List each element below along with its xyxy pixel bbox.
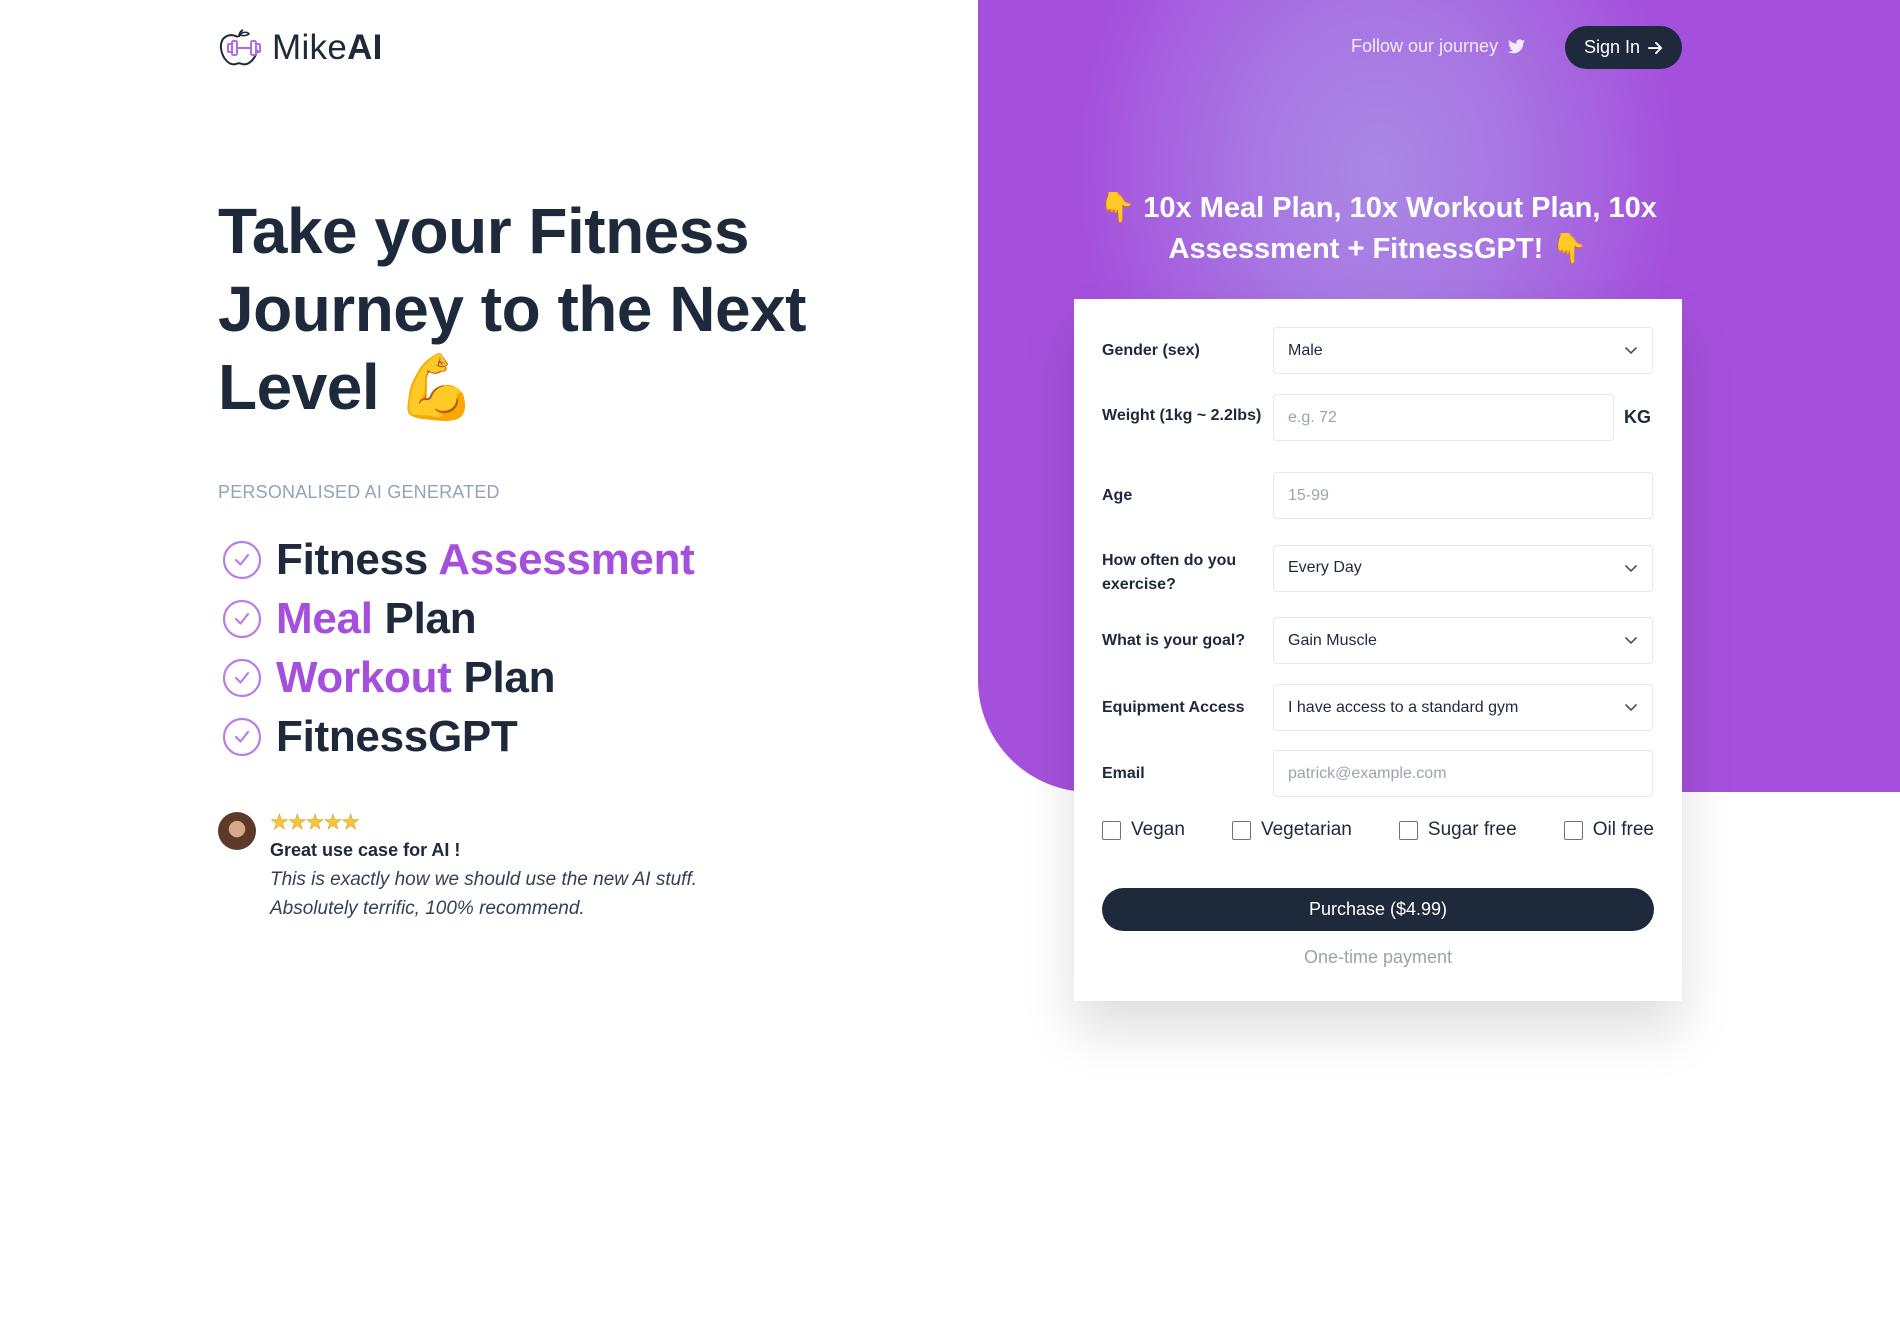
- flexed-biceps-icon: 💪: [396, 351, 476, 423]
- diet-option-vegetarian[interactable]: Vegetarian: [1231, 819, 1352, 841]
- star-rating: ★★★★★: [270, 811, 361, 834]
- diet-option-sugar-free[interactable]: Sugar free: [1398, 819, 1517, 841]
- chevron-down-icon: [1624, 703, 1638, 712]
- feature-label: Meal Plan: [276, 593, 477, 644]
- order-form-card: Gender (sex) Male Weight (1kg ~ 2.2lbs) …: [1074, 299, 1682, 1001]
- weight-input[interactable]: [1273, 394, 1614, 441]
- check-circle-icon: [222, 599, 262, 638]
- check-circle-icon: [222, 540, 262, 579]
- weight-unit-label: KG: [1624, 407, 1651, 427]
- weight-label: Weight (1kg ~ 2.2lbs): [1102, 407, 1262, 424]
- vegetarian-checkbox[interactable]: [1231, 820, 1251, 840]
- goal-label: What is your goal?: [1102, 631, 1246, 649]
- exercise-frequency-value: Every Day: [1288, 559, 1362, 576]
- promo-line: Assessment + FitnessGPT!: [1168, 233, 1544, 265]
- diet-label: Vegetarian: [1260, 819, 1352, 840]
- purchase-button[interactable]: Purchase ($4.99): [1102, 888, 1654, 931]
- feature-label-part: FitnessGPT: [276, 711, 518, 761]
- gender-select-value: Male: [1288, 341, 1323, 359]
- logo-text-prefix: Mike: [272, 28, 348, 67]
- feature-item: FitnessGPT: [222, 707, 695, 766]
- feature-item: Meal Plan: [222, 589, 695, 648]
- equipment-select-value: I have access to a standard gym: [1288, 698, 1519, 716]
- email-row: Email: [1102, 750, 1654, 797]
- age-input[interactable]: [1273, 472, 1653, 519]
- gender-row: Gender (sex) Male: [1102, 327, 1654, 374]
- pointing-down-icon: 👇: [1551, 233, 1588, 265]
- vegan-checkbox[interactable]: [1102, 820, 1121, 840]
- feature-label-part: Plan: [451, 652, 556, 702]
- diet-option-vegan[interactable]: Vegan: [1102, 819, 1185, 841]
- feature-label: Fitness Assessment: [276, 535, 695, 585]
- chevron-down-icon: [1624, 636, 1638, 645]
- gender-label: Gender (sex): [1102, 341, 1200, 359]
- feature-item: Workout Plan: [222, 648, 695, 707]
- pointing-down-icon: 👇: [1099, 192, 1136, 224]
- testimonial-body: This is exactly how we should use the ne…: [270, 865, 730, 923]
- arrow-right-icon: [1648, 41, 1663, 54]
- diet-label: Oil free: [1592, 819, 1654, 840]
- testimonial: ★★★★★ Great use case for AI ! This is ex…: [218, 811, 730, 923]
- equipment-select[interactable]: I have access to a standard gym: [1273, 684, 1653, 731]
- oil-free-checkbox[interactable]: [1563, 820, 1583, 840]
- page-headline: Take your Fitness Journey to the Next Le…: [218, 192, 858, 426]
- feature-label-accent: Workout: [276, 652, 452, 702]
- equipment-label: Equipment Access: [1102, 698, 1245, 716]
- feature-label-part: Fitness: [276, 534, 439, 584]
- goal-select-value: Gain Muscle: [1288, 631, 1377, 649]
- weight-row: Weight (1kg ~ 2.2lbs) KG: [1102, 394, 1654, 441]
- chevron-down-icon: [1624, 564, 1638, 572]
- goal-row: What is your goal? Gain Muscle: [1102, 617, 1654, 664]
- feature-list: Fitness Assessment Meal Plan Workout Pla…: [222, 530, 695, 766]
- email-input[interactable]: [1273, 750, 1653, 797]
- diet-option-oil-free[interactable]: Oil free: [1563, 819, 1654, 841]
- payment-note: One-time payment: [1303, 947, 1453, 967]
- age-row: Age: [1102, 472, 1654, 519]
- testimonial-body-line: Absolutely terrific, 100% recommend.: [270, 898, 585, 919]
- goal-select[interactable]: Gain Muscle: [1273, 617, 1653, 664]
- headline-text: Take your Fitness Journey to the Next Le…: [218, 195, 806, 423]
- sugar-free-checkbox[interactable]: [1398, 820, 1418, 840]
- diet-preferences: Vegan Vegetarian Sugar free Oil free: [1102, 819, 1654, 841]
- apple-dumbbell-icon: [219, 29, 261, 66]
- diet-label: Sugar free: [1427, 819, 1517, 840]
- equipment-row: Equipment Access I have access to a stan…: [1102, 684, 1654, 731]
- check-circle-icon: [222, 717, 262, 756]
- feature-label-accent: Meal: [276, 593, 373, 643]
- feature-label-part: Plan: [372, 593, 477, 643]
- promo-line: 10x Meal Plan, 10x Workout Plan, 10x: [1143, 192, 1657, 224]
- reviewer-avatar: [218, 812, 256, 850]
- gender-select[interactable]: Male: [1273, 327, 1653, 374]
- frequency-row: How often do you exercise? Every Day: [1102, 539, 1654, 597]
- follow-journey-link[interactable]: Follow our journey: [1351, 36, 1526, 57]
- testimonial-content: ★★★★★ Great use case for AI ! This is ex…: [270, 811, 730, 923]
- diet-label: Vegan: [1131, 819, 1185, 840]
- feature-label-accent: Assessment: [438, 534, 695, 584]
- promo-heading: 👇 10x Meal Plan, 10x Workout Plan, 10x A…: [1074, 188, 1682, 270]
- logo[interactable]: MikeAI: [218, 28, 383, 68]
- twitter-icon: [1508, 39, 1526, 54]
- frequency-label: How often do you exercise?: [1102, 552, 1237, 593]
- features-subheading: PERSONALISED AI GENERATED: [218, 482, 500, 502]
- sign-in-button[interactable]: Sign In: [1565, 26, 1682, 69]
- sign-in-label: Sign In: [1583, 37, 1641, 57]
- testimonial-title: Great use case for AI !: [270, 840, 461, 860]
- logo-text: MikeAI: [272, 28, 383, 68]
- exercise-frequency-select[interactable]: Every Day: [1273, 544, 1653, 592]
- testimonial-body-line: This is exactly how we should use the ne…: [270, 869, 697, 890]
- feature-item: Fitness Assessment: [222, 530, 695, 589]
- check-circle-icon: [222, 658, 262, 697]
- email-label: Email: [1102, 764, 1145, 782]
- follow-journey-label: Follow our journey: [1351, 36, 1499, 56]
- chevron-down-icon: [1624, 346, 1638, 355]
- logo-text-suffix: AI: [347, 28, 383, 67]
- feature-label: Workout Plan: [276, 653, 555, 703]
- feature-label: FitnessGPT: [276, 712, 518, 762]
- age-label: Age: [1102, 486, 1133, 504]
